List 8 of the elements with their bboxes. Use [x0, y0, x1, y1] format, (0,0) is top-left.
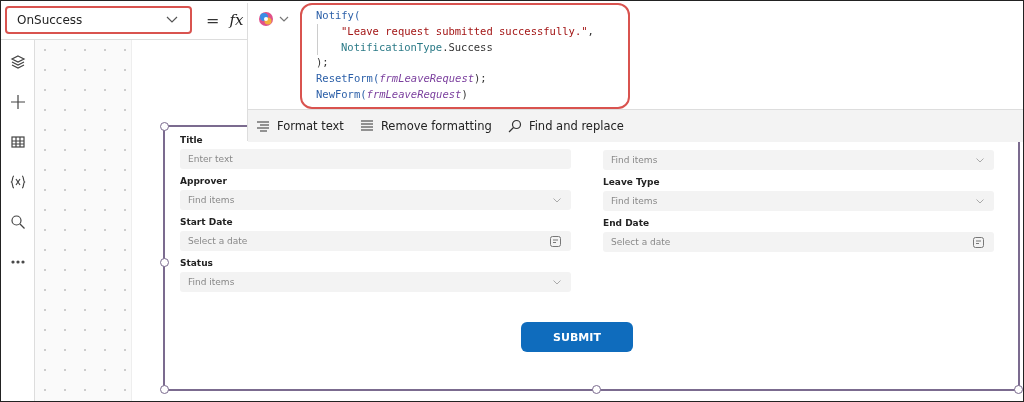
fx-label: fx — [229, 11, 244, 29]
field-label: Leave Type — [603, 177, 661, 187]
field-label: Approver — [180, 176, 228, 186]
field-label: Status — [180, 258, 214, 268]
field-label: Title — [180, 135, 204, 145]
field-label: End Date — [603, 218, 651, 228]
field-label: Start Date — [180, 217, 234, 227]
equals-sign: = — [206, 10, 220, 30]
